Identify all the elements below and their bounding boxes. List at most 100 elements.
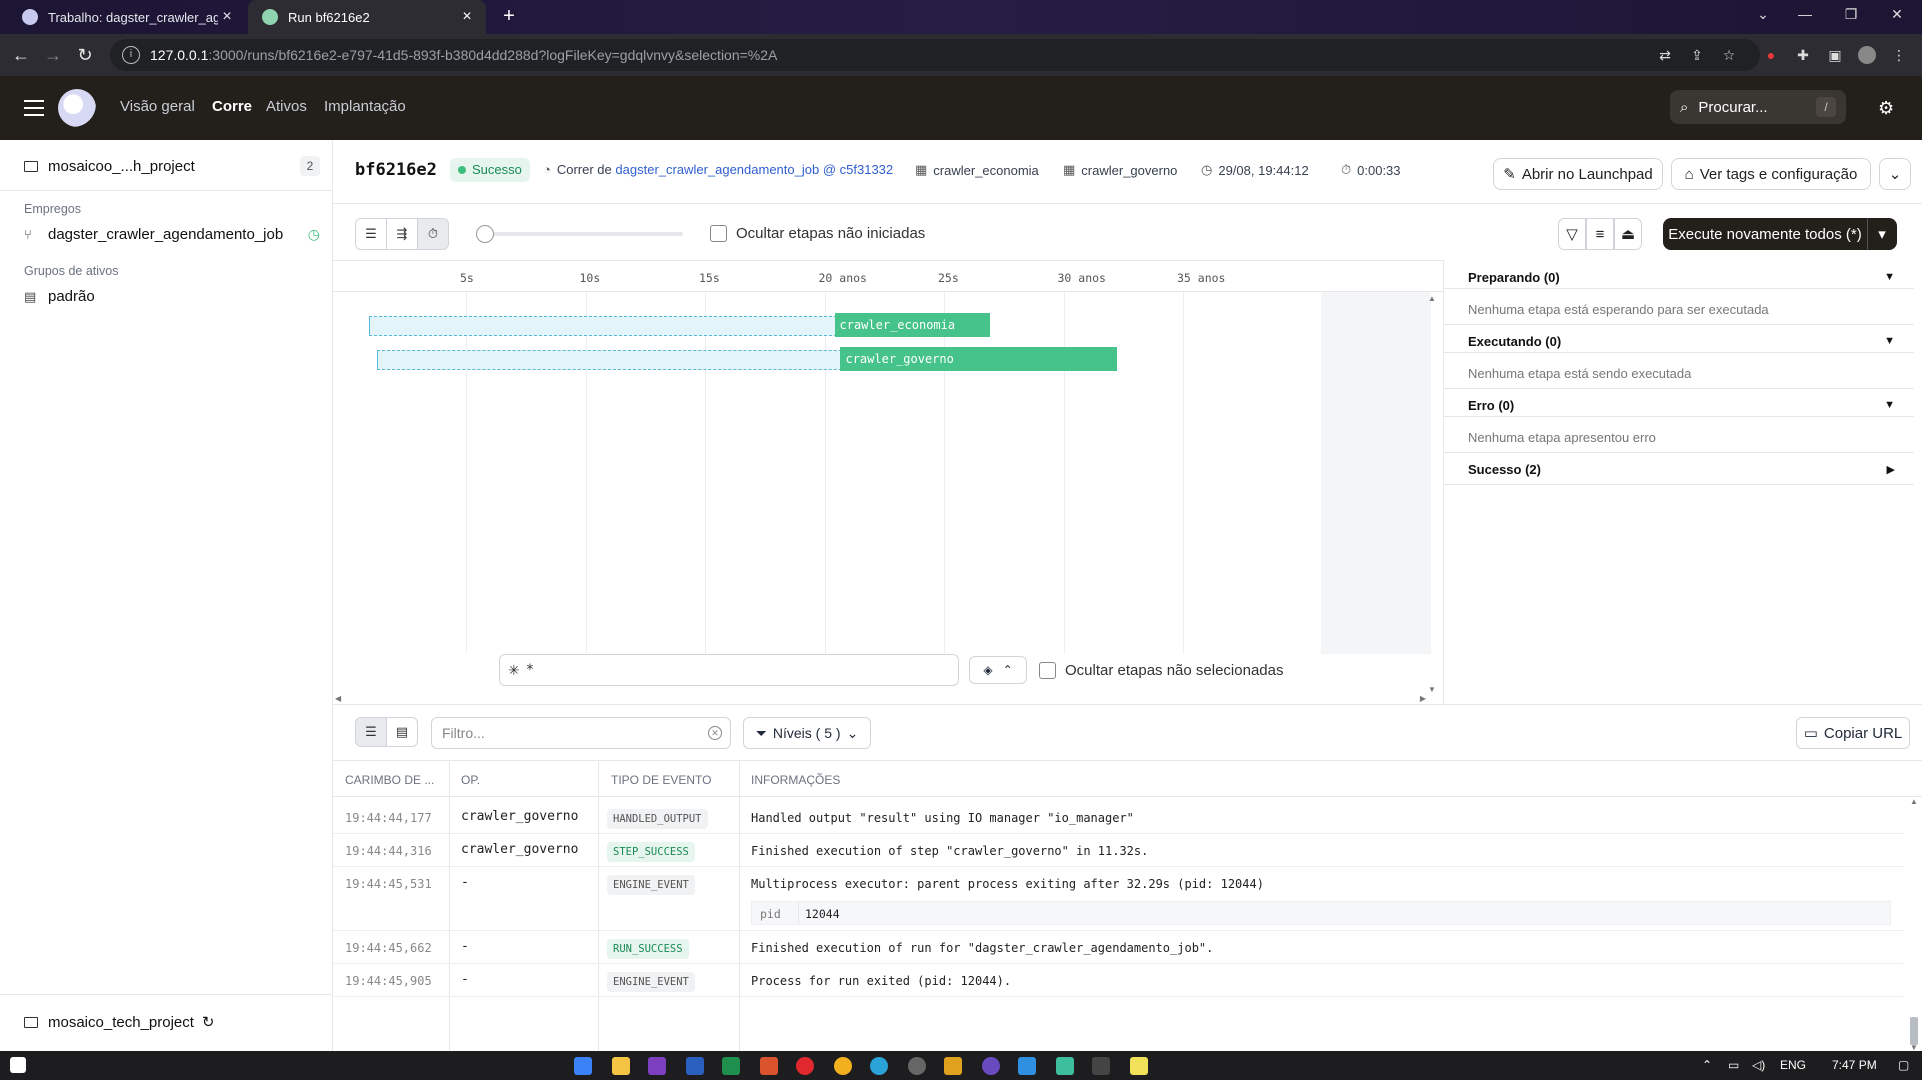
browser-tab-run[interactable]: Run bf6216e2 ×	[248, 0, 486, 34]
url-input[interactable]: i 127.0.0.1:3000/runs/bf6216e2-e797-41d5…	[110, 39, 1760, 71]
close-window-button[interactable]: ✕	[1874, 0, 1920, 30]
log-row[interactable]: 19:44:45,662 - RUN_SUCCESS Finished exec…	[333, 931, 1903, 964]
clock-time[interactable]: 7:47 PM	[1832, 1058, 1877, 1072]
browser-menu-icon[interactable]: ⋮	[1890, 46, 1908, 64]
nav-assets[interactable]: Ativos	[266, 98, 307, 115]
bookmark-star-icon[interactable]: ☆	[1720, 46, 1738, 64]
nav-deployment[interactable]: Implantação	[324, 98, 406, 115]
group-preparing-title[interactable]: Preparando (0)	[1468, 270, 1560, 285]
vscode-icon[interactable]	[1018, 1057, 1036, 1075]
extension-icon[interactable]: ●	[1762, 46, 1780, 64]
side-panel-icon[interactable]: ▣	[1826, 46, 1844, 64]
new-tab-button[interactable]: +	[496, 5, 522, 29]
notepad-icon[interactable]	[1130, 1057, 1148, 1075]
schedule-clock-icon[interactable]: ◷	[308, 226, 320, 243]
excel-icon[interactable]	[722, 1057, 740, 1075]
sidebar-item-asset-group[interactable]: ▤ padrão	[24, 288, 320, 305]
job-link[interactable]: dagster_crawler_agendamento_job	[615, 162, 819, 177]
log-row[interactable]: 19:44:44,177 crawler_governo HANDLED_OUT…	[333, 801, 1903, 834]
zoom-slider-track[interactable]	[483, 232, 683, 236]
caret-down-icon[interactable]: ▼	[1884, 271, 1895, 283]
chrome-icon[interactable]	[834, 1057, 852, 1075]
reload-icon[interactable]: ↻	[202, 1013, 215, 1031]
close-icon[interactable]: ×	[458, 8, 476, 26]
clear-icon[interactable]: ✕	[708, 726, 722, 740]
group-error-title[interactable]: Erro (0)	[1468, 398, 1514, 413]
gear-icon[interactable]: ⚙	[1878, 98, 1894, 119]
minimize-button[interactable]: —	[1782, 0, 1828, 30]
group-success-title[interactable]: Sucesso (2)	[1468, 462, 1541, 477]
waterfall-view-icon[interactable]: ☰	[355, 218, 387, 250]
share-icon[interactable]: ⇪	[1688, 46, 1706, 64]
input-language[interactable]: ENG	[1780, 1058, 1806, 1072]
reexecute-all-button[interactable]: Execute novamente todos (*)	[1663, 218, 1867, 250]
hide-unstarted-checkbox[interactable]	[710, 225, 727, 242]
nav-runs[interactable]: Corre	[212, 98, 252, 115]
word-icon[interactable]	[686, 1057, 704, 1075]
open-launchpad-button[interactable]: ✎ Abrir no Launchpad	[1493, 158, 1663, 190]
profile-avatar[interactable]	[1858, 46, 1876, 64]
copy-url-button[interactable]: ▭ Copiar URL	[1796, 717, 1910, 749]
hide-unselected-checkbox[interactable]	[1039, 662, 1056, 679]
filter-steps-icon[interactable]: ▽	[1558, 218, 1586, 250]
waterfall-batched-icon[interactable]: ⇶	[386, 218, 418, 250]
back-icon[interactable]: ←	[8, 43, 34, 67]
logs-scrollbar[interactable]: ▲ ▼	[1908, 797, 1920, 1052]
extensions-puzzle-icon[interactable]: ✚	[1794, 46, 1812, 64]
translate-icon[interactable]: ⇄	[1656, 46, 1674, 64]
group-running-title[interactable]: Executando (0)	[1468, 334, 1561, 349]
notifications-icon[interactable]: ▢	[1898, 1058, 1909, 1072]
asset-tag-economia[interactable]: ▦ crawler_economia	[915, 162, 1039, 178]
file-explorer-icon[interactable]	[612, 1057, 630, 1075]
caret-down-icon[interactable]: ▼	[1884, 335, 1895, 347]
close-icon[interactable]: ×	[218, 8, 236, 26]
reexecute-dropdown-button[interactable]: ▾	[1867, 218, 1897, 250]
nav-overview[interactable]: Visão geral	[120, 98, 195, 115]
browser-tab-job[interactable]: Trabalho: dagster_crawler_agend ×	[8, 0, 246, 34]
forward-icon[interactable]: →	[40, 43, 66, 67]
git-icon[interactable]	[944, 1057, 962, 1075]
app-icon[interactable]	[982, 1057, 1000, 1075]
view-tags-config-button[interactable]: ⌂ Ver tags e configuração	[1671, 158, 1871, 190]
timer-view-icon[interactable]: ⏱	[417, 218, 449, 250]
step-bar-crawler_governo[interactable]: crawler_governo	[840, 347, 1117, 371]
vscode-insiders-icon[interactable]	[1056, 1057, 1074, 1075]
edge-icon[interactable]	[870, 1057, 888, 1075]
app-icon[interactable]	[908, 1057, 926, 1075]
gantt-vertical-scrollbar[interactable]: ▲ ▼	[1426, 294, 1436, 694]
log-filter-input[interactable]: Filtro... ✕	[431, 717, 731, 749]
zoom-slider-handle[interactable]	[476, 225, 494, 243]
collapse-icon[interactable]: ⏏	[1614, 218, 1642, 250]
sidebar-item-job[interactable]: ⑂ dagster_crawler_agendamento_job ◷	[24, 226, 320, 243]
menu-icon[interactable]	[24, 100, 44, 116]
structured-view-icon[interactable]: ☰	[355, 717, 387, 747]
more-actions-button[interactable]: ⌄	[1879, 158, 1911, 190]
asset-tag-governo[interactable]: ▦ crawler_governo	[1063, 162, 1177, 178]
log-row[interactable]: 19:44:44,316 crawler_governo STEP_SUCCES…	[333, 834, 1903, 867]
reload-icon[interactable]: ↻	[72, 43, 98, 67]
caret-down-icon[interactable]: ▼	[1884, 399, 1895, 411]
log-row[interactable]: 19:44:45,905 - ENGINE_EVENT Process for …	[333, 964, 1903, 997]
powerpoint-icon[interactable]	[760, 1057, 778, 1075]
step-bar-crawler_economia[interactable]: crawler_economia	[834, 313, 990, 337]
volume-icon[interactable]: ◁)	[1752, 1058, 1765, 1072]
code-location-switcher[interactable]: mosaico_tech_project ↻	[24, 1013, 215, 1031]
global-search[interactable]: ⌕ Procurar... /	[1670, 90, 1846, 124]
dagster-logo[interactable]	[58, 89, 96, 127]
step-selector-input[interactable]: ✳ *	[499, 654, 959, 686]
restore-button[interactable]: ❐	[1828, 0, 1874, 30]
log-row[interactable]: 19:44:45,531 - ENGINE_EVENT Multiprocess…	[333, 867, 1903, 931]
sidebar-project[interactable]: mosaicoo_...h_project 2	[24, 156, 320, 176]
list-view-icon[interactable]: ≡	[1586, 218, 1614, 250]
site-info-icon[interactable]: i	[122, 46, 140, 64]
snapshot-link[interactable]: @ c5f31332	[823, 162, 893, 177]
levels-dropdown[interactable]: ⏷ Níveis ( 5 ) ⌄	[743, 717, 871, 749]
onenote-icon[interactable]	[648, 1057, 666, 1075]
tab-search-icon[interactable]: ⌄	[1740, 0, 1786, 30]
notion-icon[interactable]	[1092, 1057, 1110, 1075]
caret-right-icon[interactable]: ▶	[1887, 463, 1895, 476]
selection-layer-button[interactable]: ◈ ⌃	[969, 656, 1027, 684]
windows-start-icon[interactable]	[10, 1057, 26, 1073]
mail-app-icon[interactable]	[574, 1057, 592, 1075]
tray-chevron-icon[interactable]: ⌃	[1702, 1058, 1712, 1072]
